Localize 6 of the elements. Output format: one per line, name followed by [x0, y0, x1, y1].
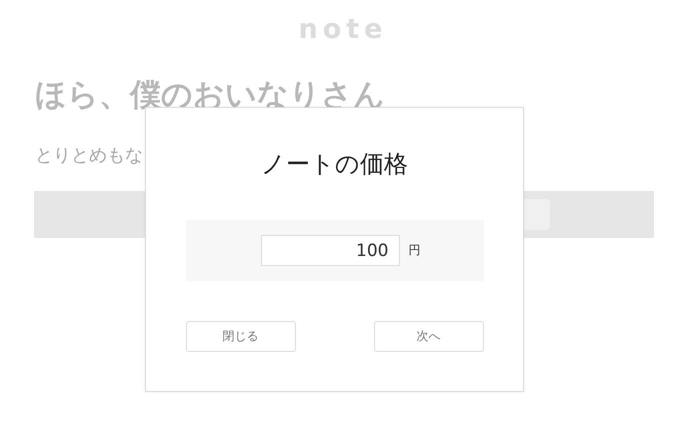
dialog-button[interactable]: 閉じる: [186, 321, 296, 352]
dialog-title: ノートの価格: [261, 149, 408, 180]
dialog-button[interactable]: 次へ: [374, 321, 484, 352]
price-input[interactable]: 100: [260, 235, 400, 266]
currency-unit: 円: [408, 242, 420, 259]
article-subtitle: とりとめもな: [35, 144, 143, 168]
